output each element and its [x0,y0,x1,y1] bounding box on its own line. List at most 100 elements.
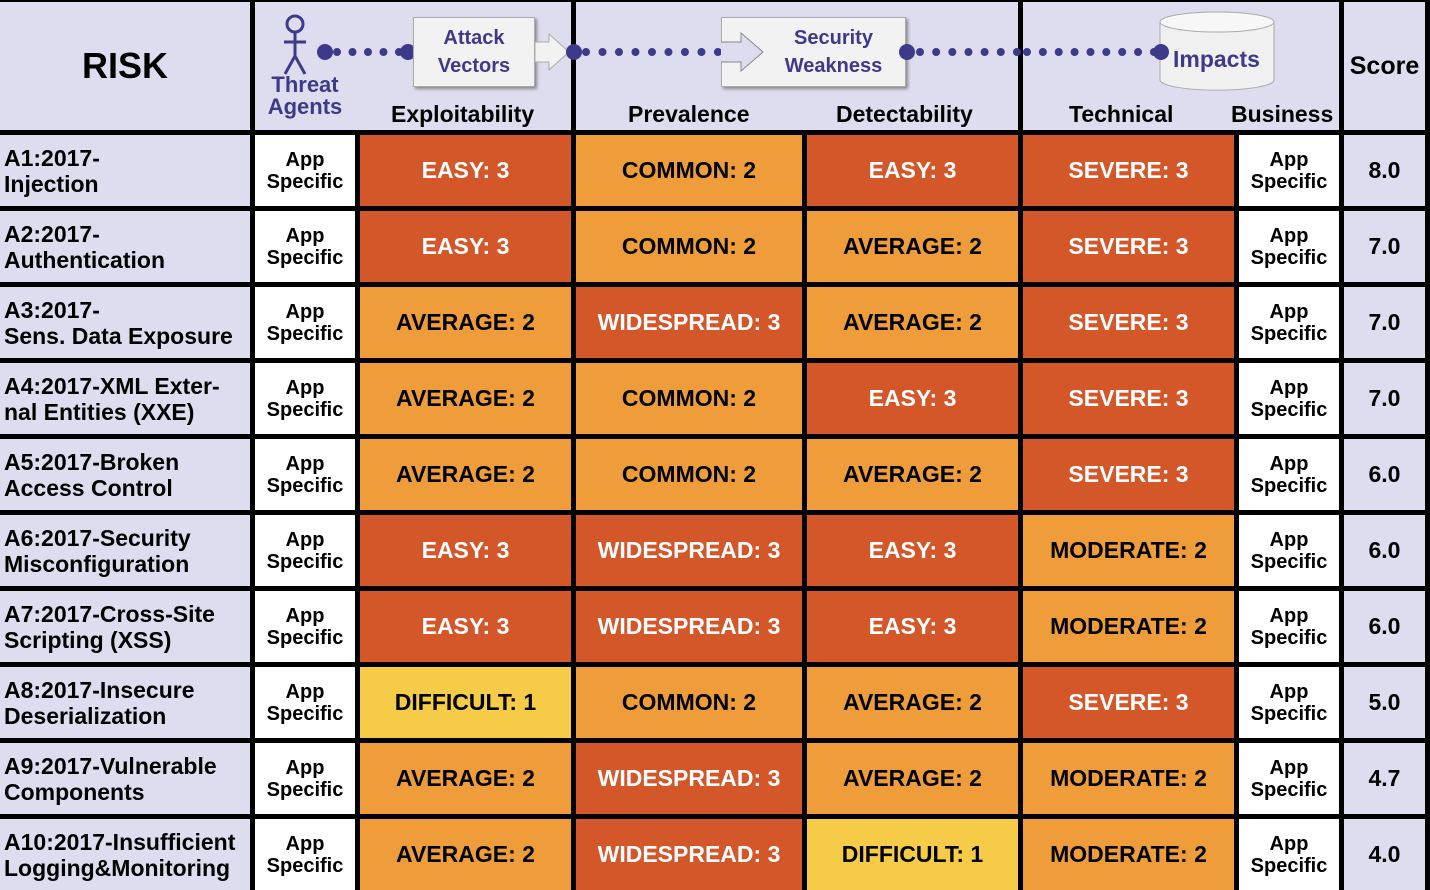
connector-line [333,48,403,56]
detectability-cell: AVERAGE: 2 [807,439,1018,510]
business-cell: App Specific [1239,743,1339,814]
connector-line [582,48,722,56]
prevalence-cell: WIDESPREAD: 3 [576,743,802,814]
risk-name: A3:2017- Sens. Data Exposure [0,287,250,358]
threat-agents-cell: App Specific [255,743,355,814]
business-cell: App Specific [1239,667,1339,738]
detectability-cell: AVERAGE: 2 [807,667,1018,738]
technical-cell: SEVERE: 3 [1023,667,1234,738]
detectability-cell: EASY: 3 [807,363,1018,434]
business-cell: App Specific [1239,363,1339,434]
prevalence-cell: COMMON: 2 [576,439,802,510]
connector-line [916,48,1021,56]
exploitability-cell: AVERAGE: 2 [360,439,571,510]
score-header: Score [1344,2,1425,130]
prevalence-cell: WIDESPREAD: 3 [576,819,802,890]
exploitability-cell: DIFFICULT: 1 [360,667,571,738]
technical-cell: SEVERE: 3 [1023,287,1234,358]
risk-table: RISK Threat Agents Attack Vectors Exploi… [0,0,1425,890]
exploitability-header: Exploitability [391,101,535,127]
detectability-cell: AVERAGE: 2 [807,211,1018,282]
technical-cell: MODERATE: 2 [1023,591,1234,662]
exploitability-cell: AVERAGE: 2 [360,819,571,890]
risk-name: A6:2017-Security Misconfiguration [0,515,250,586]
technical-cell: SEVERE: 3 [1023,363,1234,434]
person-icon [283,14,307,75]
connector-dot [899,44,915,60]
business-cell: App Specific [1239,819,1339,890]
threat-agents-cell: App Specific [255,135,355,206]
connector-dot [1153,44,1169,60]
detectability-cell: DIFFICULT: 1 [807,819,1018,890]
prevalence-cell: WIDESPREAD: 3 [576,515,802,586]
business-cell: App Specific [1239,211,1339,282]
prevalence-cell: WIDESPREAD: 3 [576,287,802,358]
connector-dot [317,44,333,60]
technical-cell: MODERATE: 2 [1023,819,1234,890]
technical-cell: MODERATE: 2 [1023,515,1234,586]
threat-agents-cell: App Specific [255,819,355,890]
attack-vectors-label: Attack Vectors [437,27,511,77]
arrow-icon [721,31,764,73]
technical-cell: SEVERE: 3 [1023,439,1234,510]
score-cell: 7.0 [1344,211,1425,282]
detectability-cell: AVERAGE: 2 [807,287,1018,358]
exploitability-cell: AVERAGE: 2 [360,363,571,434]
threat-exploit-header: Threat Agents Attack Vectors Exploitabil… [255,2,571,130]
risk-name: A8:2017-Insecure Deserialization [0,667,250,738]
threat-agents-cell: App Specific [255,439,355,510]
prevalence-cell: COMMON: 2 [576,363,802,434]
detectability-cell: AVERAGE: 2 [807,743,1018,814]
attack-vectors-box: Attack Vectors [413,17,535,87]
risk-name: A1:2017- Injection [0,135,250,206]
risk-name: A7:2017-Cross-Site Scripting (XSS) [0,591,250,662]
score-cell: 7.0 [1344,287,1425,358]
threat-agents-cell: App Specific [255,591,355,662]
security-weakness-label: Security Weakness [784,27,883,77]
threat-agents-label: Threat Agents [267,72,343,119]
connector-line [1023,48,1158,56]
exploitability-cell: EASY: 3 [360,211,571,282]
business-cell: App Specific [1239,287,1339,358]
risk-name: A10:2017-Insufficient Logging&Monitoring [0,819,250,890]
prevalence-cell: COMMON: 2 [576,667,802,738]
impacts-header: Impacts Technical Business [1023,2,1339,130]
threat-agents-cell: App Specific [255,287,355,358]
detectability-cell: EASY: 3 [807,591,1018,662]
weakness-header: Security Weakness Prevalence Detectabili… [566,2,1021,130]
exploitability-cell: EASY: 3 [360,515,571,586]
exploitability-cell: EASY: 3 [360,591,571,662]
business-cell: App Specific [1239,591,1339,662]
prevalence-cell: COMMON: 2 [576,135,802,206]
business-cell: App Specific [1239,135,1339,206]
score-cell: 6.0 [1344,515,1425,586]
threat-agents-cell: App Specific [255,667,355,738]
score-cell: 5.0 [1344,667,1425,738]
risk-name: A9:2017-Vulnerable Components [0,743,250,814]
impacts-label: Impacts [1173,46,1260,72]
score-cell: 6.0 [1344,591,1425,662]
business-header: Business [1231,101,1334,127]
threat-agents-cell: App Specific [255,363,355,434]
score-cell: 4.0 [1344,819,1425,890]
exploitability-cell: EASY: 3 [360,135,571,206]
technical-header: Technical [1069,101,1174,127]
technical-cell: SEVERE: 3 [1023,211,1234,282]
threat-agents-cell: App Specific [255,515,355,586]
prevalence-header: Prevalence [628,101,750,127]
detectability-header: Detectability [836,101,973,127]
score-cell: 6.0 [1344,439,1425,510]
risk-name: A2:2017- Authentication [0,211,250,282]
score-header-label: Score [1349,51,1420,80]
prevalence-cell: WIDESPREAD: 3 [576,591,802,662]
exploitability-cell: AVERAGE: 2 [360,743,571,814]
technical-cell: MODERATE: 2 [1023,743,1234,814]
score-cell: 7.0 [1344,363,1425,434]
risk-name: A5:2017-Broken Access Control [0,439,250,510]
risk-header: RISK [0,2,250,130]
prevalence-cell: COMMON: 2 [576,211,802,282]
business-cell: App Specific [1239,439,1339,510]
technical-cell: SEVERE: 3 [1023,135,1234,206]
score-cell: 4.7 [1344,743,1425,814]
risk-header-label: RISK [81,45,168,86]
